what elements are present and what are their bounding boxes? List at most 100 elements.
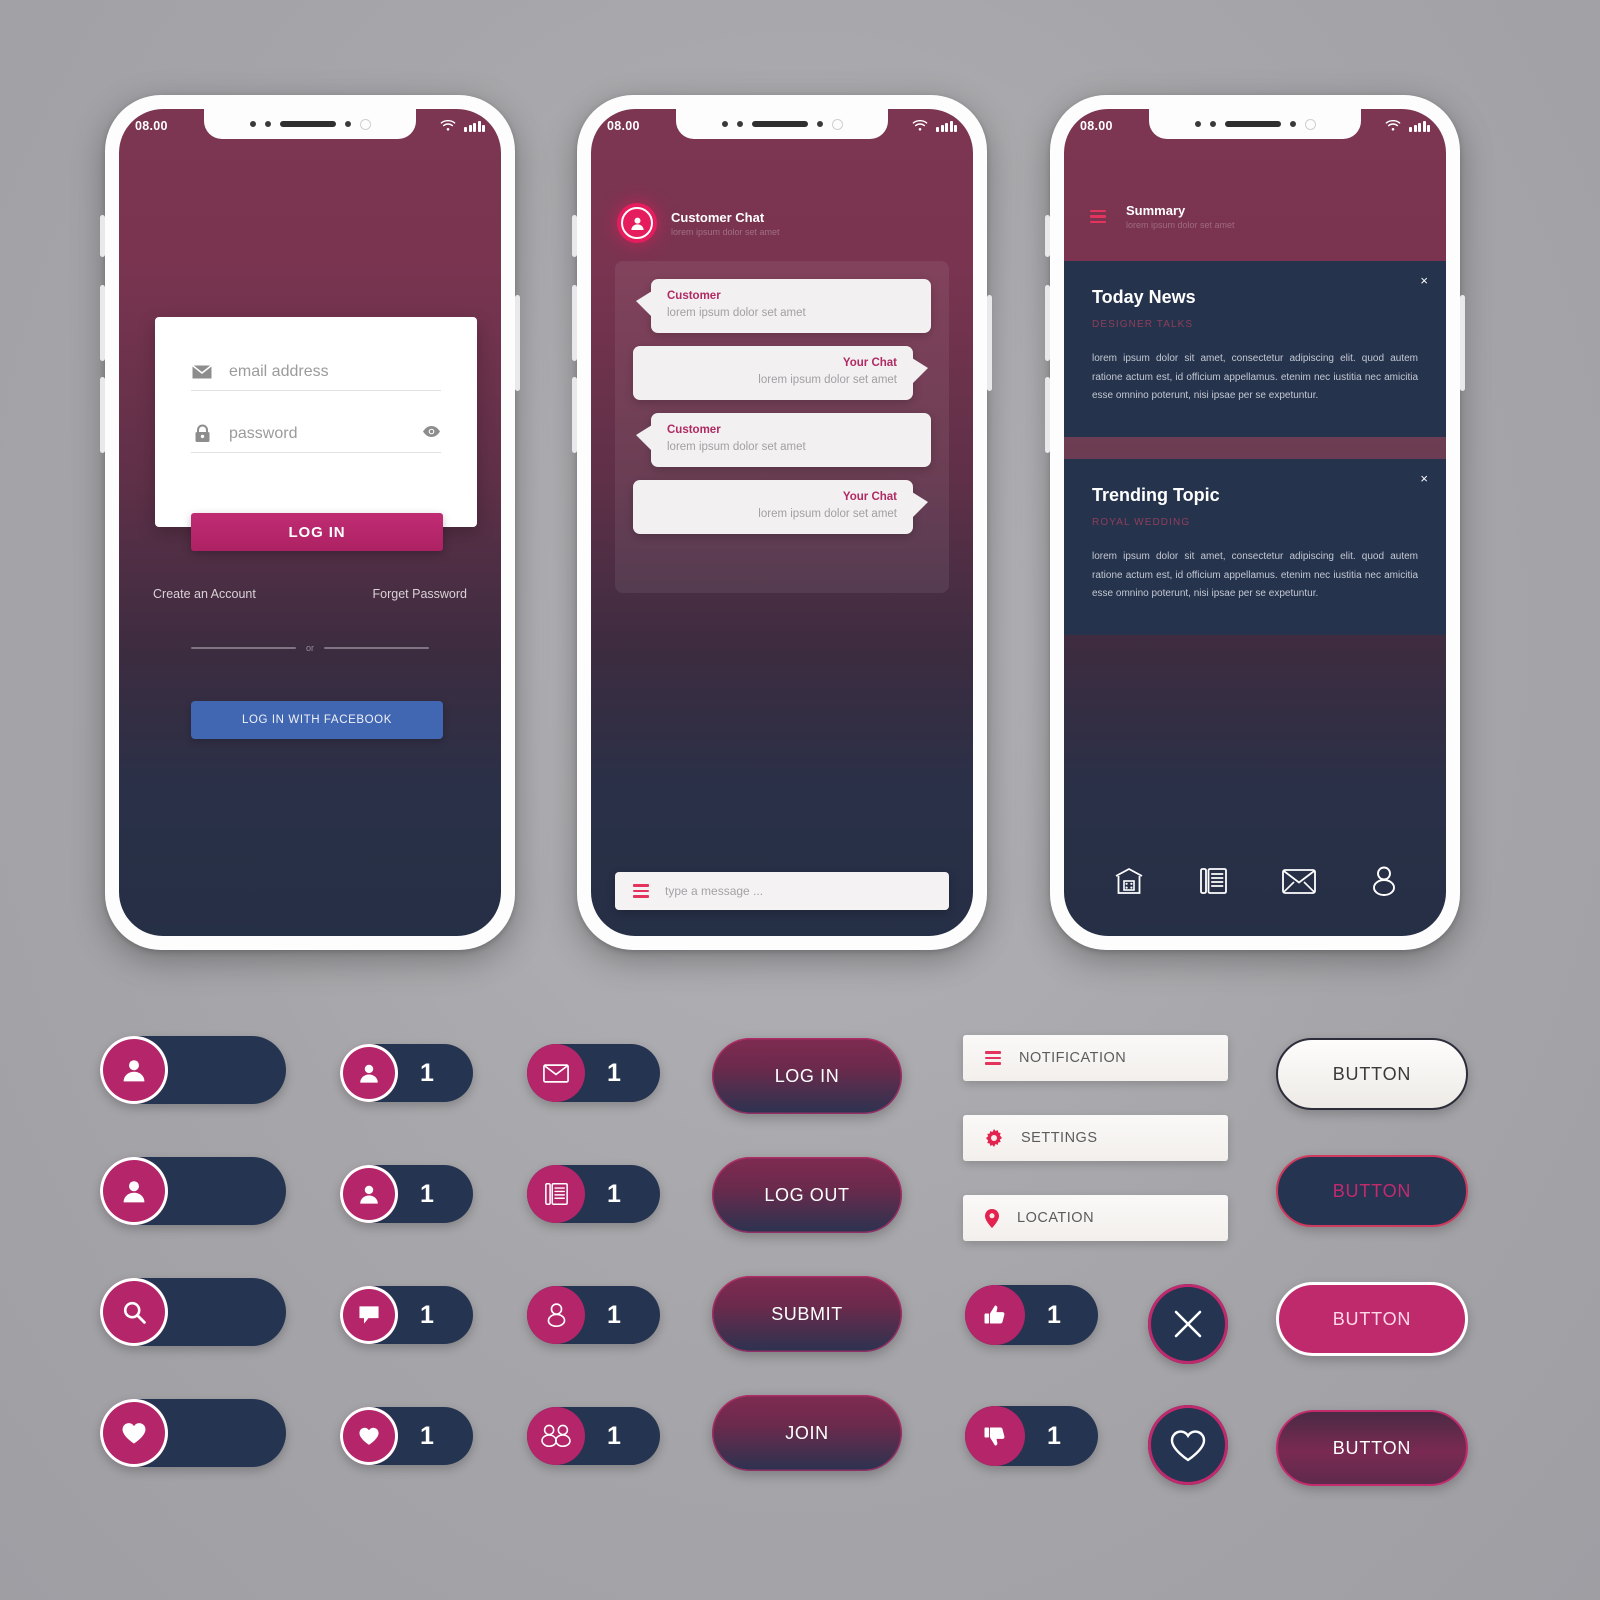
sensor-dot-icon bbox=[736, 121, 743, 127]
kit-pill-news-count[interactable]: 1 bbox=[527, 1165, 660, 1223]
chat-bubble-incoming[interactable]: Customer lorem ipsum dolor set amet bbox=[636, 279, 931, 333]
badge-count: 1 bbox=[607, 1058, 621, 1087]
kit-button-pink[interactable]: BUTTON bbox=[1276, 1282, 1468, 1356]
kit-pill-profile[interactable] bbox=[100, 1036, 286, 1104]
message-input-bar[interactable]: type a message ... bbox=[615, 872, 949, 910]
kit-button-navy[interactable]: BUTTON bbox=[1276, 1155, 1468, 1227]
chat-bubble-sender: Customer bbox=[667, 290, 721, 302]
badge-count: 1 bbox=[1047, 1300, 1061, 1329]
kit-join-button[interactable]: JOIN bbox=[712, 1395, 902, 1471]
kit-logout-button[interactable]: LOG OUT bbox=[712, 1157, 902, 1233]
phone-power-button[interactable] bbox=[1460, 295, 1465, 391]
message-input[interactable]: type a message ... bbox=[665, 884, 763, 898]
badge-count: 1 bbox=[420, 1421, 434, 1450]
chat-header-text: Customer Chat lorem ipsum dolor set amet bbox=[671, 210, 780, 237]
wifi-icon bbox=[1385, 120, 1401, 132]
news-card-trending[interactable]: × Trending Topic ROYAL WEDDING lorem ips… bbox=[1064, 459, 1446, 635]
kit-button-gradient[interactable]: BUTTON bbox=[1276, 1410, 1468, 1486]
divider-line-right bbox=[324, 647, 430, 649]
kit-pill-search[interactable] bbox=[100, 1278, 286, 1346]
badge-count: 1 bbox=[607, 1421, 621, 1450]
phone-power-button[interactable] bbox=[515, 295, 520, 391]
kit-pill-mail-count[interactable]: 1 bbox=[527, 1044, 660, 1102]
kit-pill-favorite[interactable] bbox=[100, 1399, 286, 1467]
close-icon[interactable]: × bbox=[1420, 273, 1428, 288]
kit-list-item-settings[interactable]: SETTINGS bbox=[963, 1115, 1228, 1161]
news-list-icon[interactable] bbox=[1199, 867, 1227, 895]
kit-pill-comment-count[interactable]: 1 bbox=[340, 1286, 473, 1344]
phone-volume-down-button[interactable] bbox=[1045, 377, 1050, 453]
phone-volume-down-button[interactable] bbox=[100, 377, 105, 453]
chat-bubble-sender: Customer bbox=[667, 424, 721, 436]
wifi-icon bbox=[440, 120, 456, 132]
chat-bubble-text: lorem ipsum dolor set amet bbox=[667, 441, 806, 453]
phone-power-button[interactable] bbox=[987, 295, 992, 391]
kit-pill-favorite-count[interactable]: 1 bbox=[340, 1407, 473, 1465]
status-time: 08.00 bbox=[135, 119, 168, 133]
chat-bubble-icon bbox=[340, 1286, 398, 1344]
kit-list-item-location[interactable]: LOCATION bbox=[963, 1195, 1228, 1241]
bottom-navigation bbox=[1064, 826, 1446, 936]
store-home-icon[interactable] bbox=[1114, 867, 1144, 895]
hamburger-icon[interactable] bbox=[633, 884, 649, 898]
news-card-today[interactable]: × Today News DESIGNER TALKS lorem ipsum … bbox=[1064, 261, 1446, 437]
two-users-icon bbox=[527, 1407, 585, 1465]
forget-password-link[interactable]: Forget Password bbox=[373, 587, 467, 601]
badge-count: 1 bbox=[1047, 1421, 1061, 1450]
facebook-login-button[interactable]: LOG IN WITH FACEBOOK bbox=[191, 701, 443, 739]
chat-screen: 08.00 Customer Chat lorem ipsum dolor se… bbox=[591, 109, 973, 936]
divider-line-left bbox=[191, 647, 296, 649]
status-icons bbox=[440, 120, 485, 132]
kit-pill-profile-2[interactable] bbox=[100, 1157, 286, 1225]
news-card-title: Today News bbox=[1092, 287, 1196, 307]
close-icon[interactable]: × bbox=[1420, 471, 1428, 486]
email-input[interactable]: email address bbox=[229, 363, 329, 381]
chat-bubble-text: lorem ipsum dolor set amet bbox=[758, 508, 897, 520]
hamburger-icon[interactable] bbox=[1090, 209, 1106, 224]
chat-bubble-outgoing[interactable]: Your Chat lorem ipsum dolor set amet bbox=[633, 480, 928, 534]
divider-label: or bbox=[306, 643, 315, 653]
kit-pill-user-count[interactable]: 1 bbox=[527, 1286, 660, 1344]
kit-close-button[interactable] bbox=[1148, 1284, 1228, 1364]
create-account-link[interactable]: Create an Account bbox=[153, 587, 256, 601]
wifi-icon bbox=[912, 120, 928, 132]
envelope-icon[interactable] bbox=[1282, 868, 1317, 894]
kit-pill-like[interactable]: 1 bbox=[965, 1285, 1098, 1345]
news-list-icon bbox=[527, 1165, 585, 1223]
kit-button-light[interactable]: BUTTON bbox=[1276, 1038, 1468, 1110]
email-field-row[interactable]: email address bbox=[191, 363, 441, 391]
chat-message-list[interactable]: Customer lorem ipsum dolor set amet Your… bbox=[615, 261, 949, 593]
list-item-label: NOTIFICATION bbox=[1019, 1050, 1127, 1066]
summary-screen: 08.00 Summary lorem ipsum dolor set amet bbox=[1064, 109, 1446, 936]
battery-icon bbox=[936, 120, 957, 132]
kit-pill-profile-count-2[interactable]: 1 bbox=[340, 1165, 473, 1223]
chat-bubble-outgoing[interactable]: Your Chat lorem ipsum dolor set amet bbox=[633, 346, 928, 400]
person-icon[interactable] bbox=[1372, 866, 1396, 896]
login-button[interactable]: LOG IN bbox=[191, 513, 443, 551]
chat-bubble-text: lorem ipsum dolor set amet bbox=[667, 307, 806, 319]
password-field-row[interactable]: password bbox=[191, 424, 441, 453]
sensor-dot-icon bbox=[264, 121, 271, 127]
kit-pill-group-count[interactable]: 1 bbox=[527, 1407, 660, 1465]
heart-outline-icon bbox=[1170, 1429, 1206, 1462]
kit-list-item-notification[interactable]: NOTIFICATION bbox=[963, 1035, 1228, 1081]
badge-count: 1 bbox=[607, 1179, 621, 1208]
eye-icon[interactable] bbox=[422, 425, 441, 443]
news-card-tag: DESIGNER TALKS bbox=[1092, 319, 1194, 330]
kit-favorite-button[interactable] bbox=[1148, 1405, 1228, 1485]
chat-bubble-sender: Your Chat bbox=[842, 491, 897, 503]
user-avatar-icon[interactable] bbox=[617, 203, 657, 243]
kit-submit-button[interactable]: SUBMIT bbox=[712, 1276, 902, 1352]
earpiece-speaker bbox=[751, 121, 808, 127]
badge-count: 1 bbox=[420, 1058, 434, 1087]
phone-volume-down-button[interactable] bbox=[572, 377, 577, 453]
chat-bubble-incoming[interactable]: Customer lorem ipsum dolor set amet bbox=[636, 413, 931, 467]
kit-login-button[interactable]: LOG IN bbox=[712, 1038, 902, 1114]
password-input[interactable]: password bbox=[229, 425, 297, 443]
kit-pill-dislike[interactable]: 1 bbox=[965, 1406, 1098, 1466]
heart-icon bbox=[340, 1407, 398, 1465]
login-divider: or bbox=[191, 643, 430, 653]
earpiece-speaker bbox=[279, 121, 336, 127]
status-time: 08.00 bbox=[607, 119, 640, 133]
kit-pill-profile-count[interactable]: 1 bbox=[340, 1044, 473, 1102]
